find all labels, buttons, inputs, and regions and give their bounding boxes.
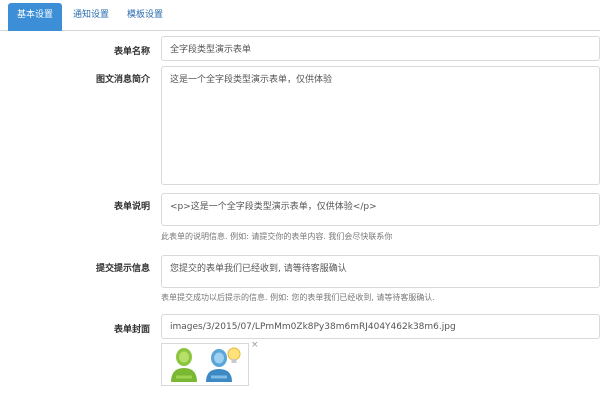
submit-tip-help-text: 表单提交成功以后提示的信息. 例如: 您的表单我们已经收到, 请等待客服确认.	[161, 293, 435, 302]
users-icon	[171, 347, 241, 382]
cover-path-input[interactable]	[161, 314, 600, 339]
tab-label: 通知设置	[72, 10, 109, 20]
submit-tip-textarea[interactable]: 您提交的表单我们已经收到, 请等待客服确认	[161, 255, 600, 288]
tab-label: 基本设置	[16, 10, 53, 20]
description-textarea[interactable]: <p>这是一个全字段类型演示表单，仅供体验</p>	[161, 193, 600, 226]
tab-notification-settings[interactable]: 通知设置	[66, 1, 116, 31]
tab-basic-settings[interactable]: 基本设置	[8, 3, 62, 31]
cover-label: 表单封面	[113, 325, 150, 335]
submit-tip-label: 提交提示信息	[95, 264, 150, 274]
cover-thumbnail	[161, 343, 249, 386]
tab-label: 模板设置	[126, 10, 163, 20]
description-text: <p>这是一个全字段类型演示表单，仅供体验</p>	[170, 202, 377, 212]
submit-tip-text: 您提交的表单我们已经收到, 请等待客服确认	[170, 264, 347, 274]
remove-cover-button[interactable]: ×	[251, 340, 259, 350]
description-label: 表单说明	[113, 202, 150, 212]
summary-textarea[interactable]: 这是一个全字段类型演示表单，仅供体验	[161, 66, 600, 185]
form-name-label: 表单名称	[113, 47, 150, 57]
tab-template-settings[interactable]: 模板设置	[120, 1, 170, 31]
form-name-input[interactable]	[161, 36, 600, 61]
description-help-text: 此表单的说明信息. 例如: 请提交你的表单内容. 我们会尽快联系你	[161, 232, 393, 241]
summary-text: 这是一个全字段类型演示表单，仅供体验	[170, 75, 333, 85]
summary-label: 图文消息简介	[95, 75, 150, 85]
tab-bar: 基本设置 通知设置 模板设置	[0, 0, 600, 31]
